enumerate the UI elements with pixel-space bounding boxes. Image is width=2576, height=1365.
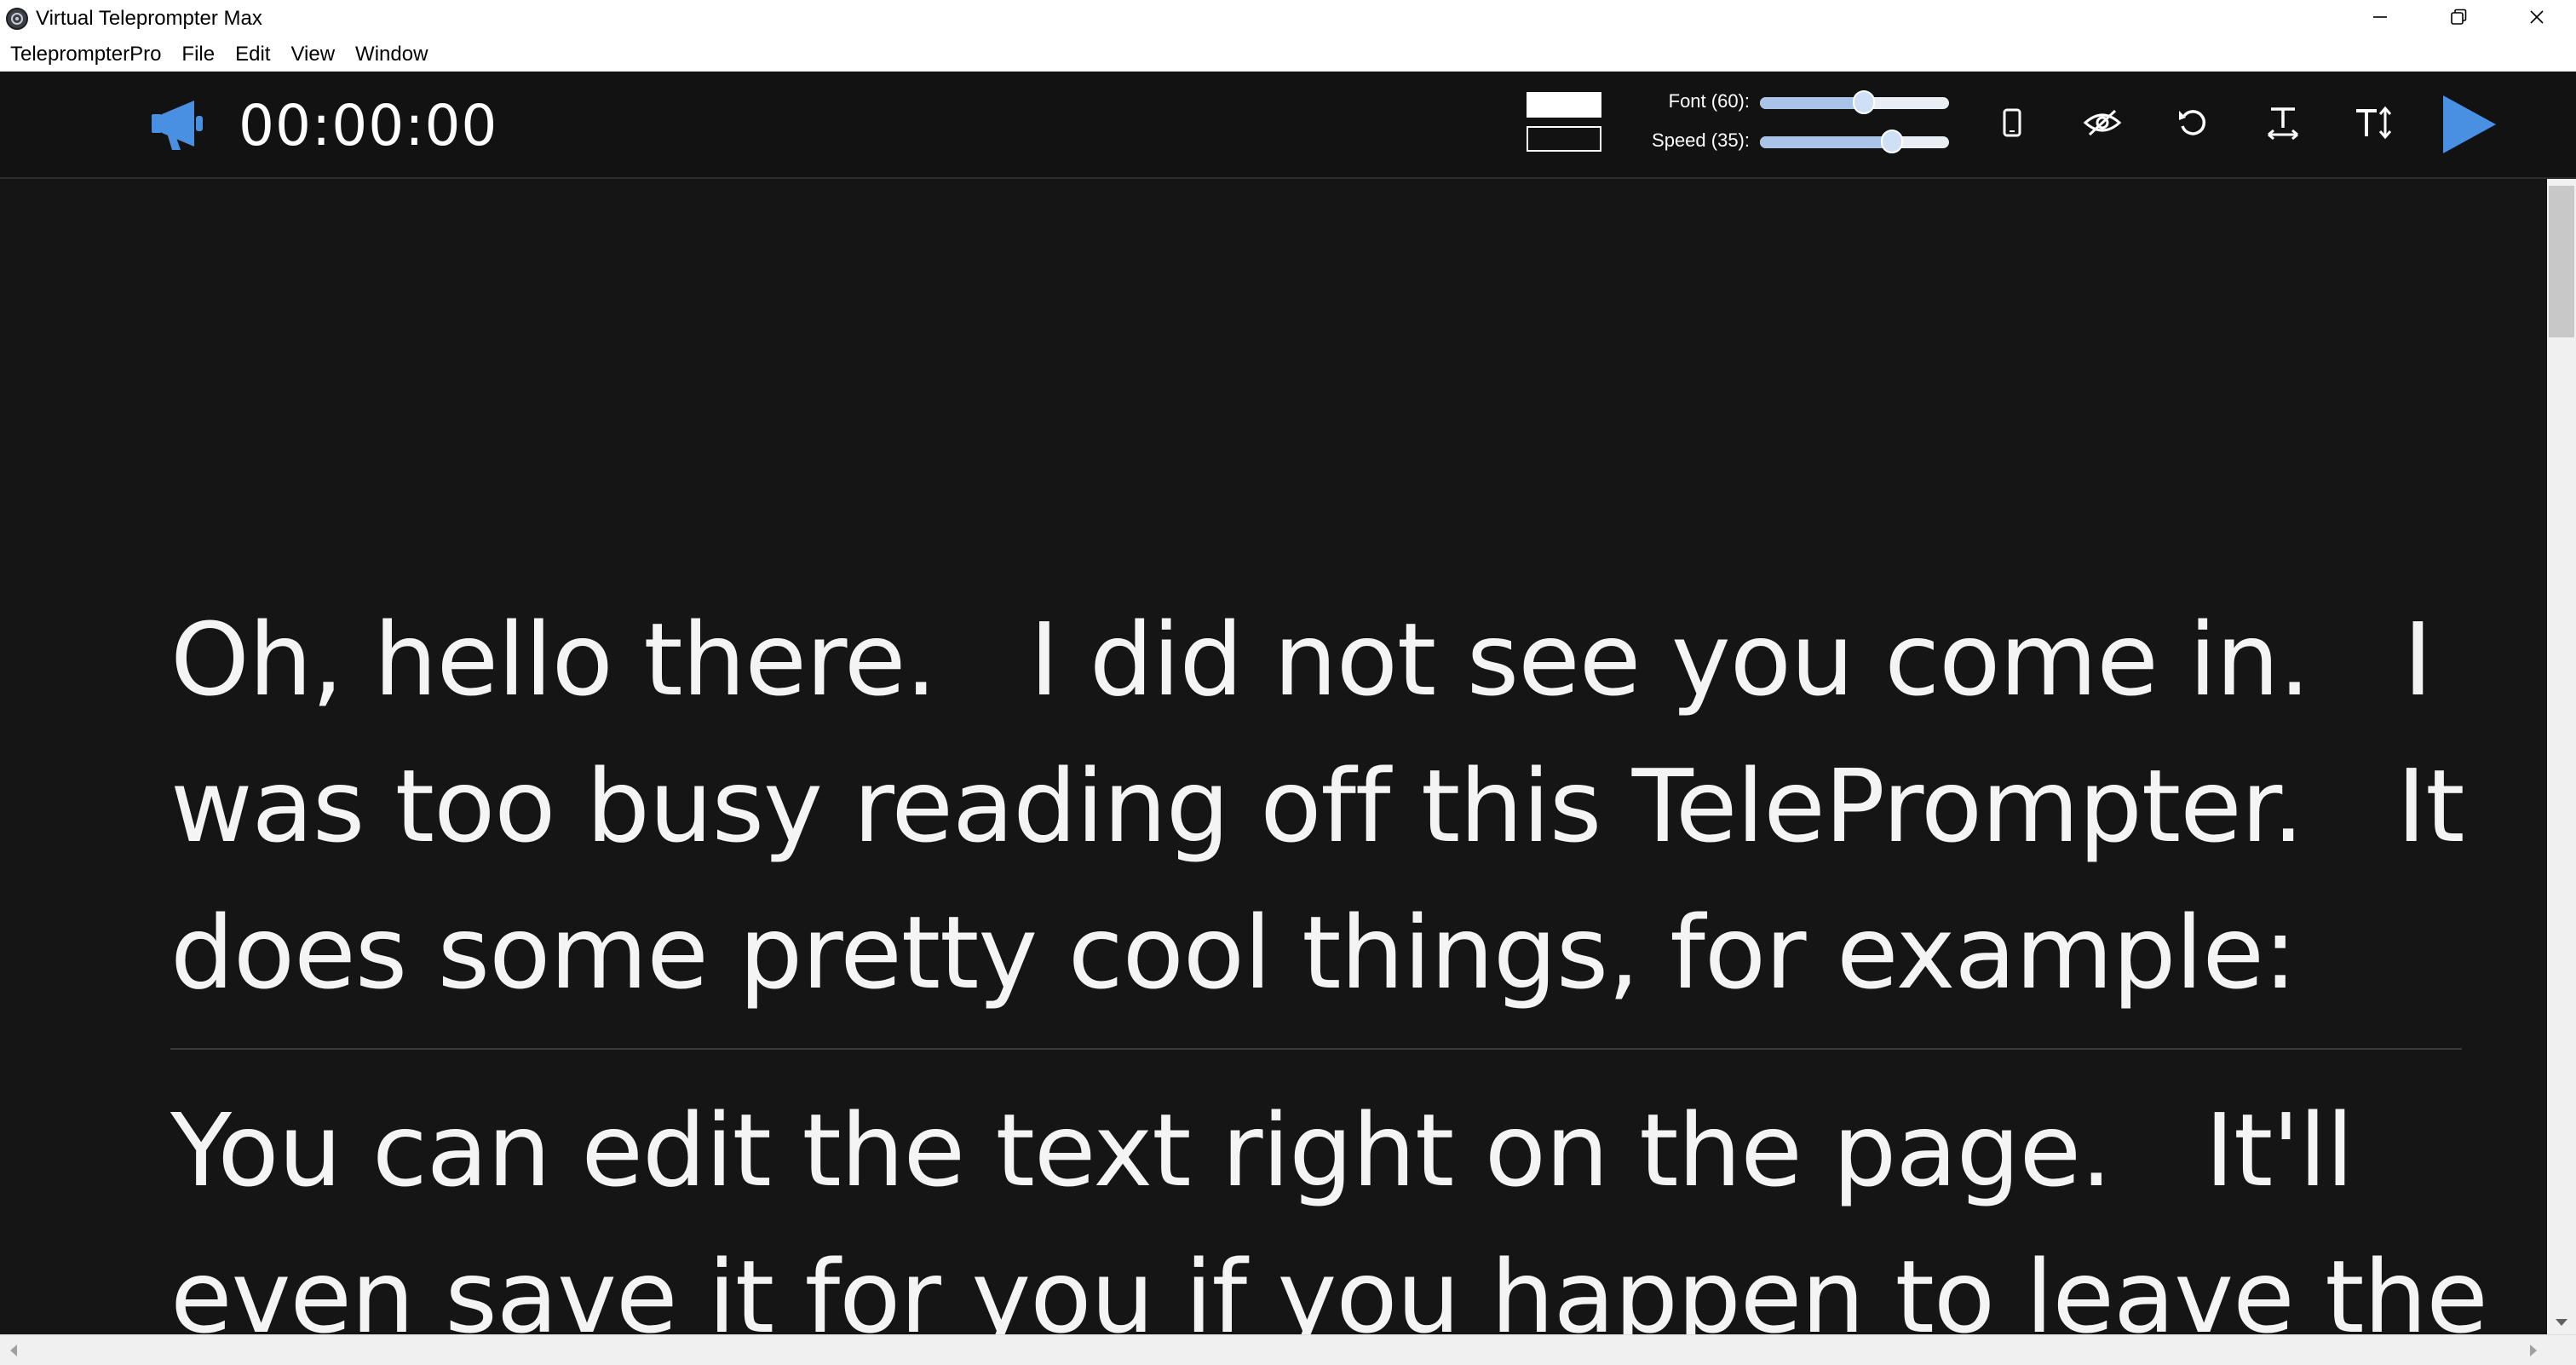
speed-slider[interactable] xyxy=(1760,130,1949,153)
menu-bar: TeleprompterPro File Edit View Window xyxy=(0,37,2576,72)
reset-button[interactable] xyxy=(2165,97,2220,152)
restore-button[interactable] xyxy=(2419,0,2498,37)
background-color-swatch[interactable] xyxy=(1527,126,1601,152)
speed-label: Speed (35): xyxy=(1652,130,1750,151)
title-bar: Virtual Teleprompter Max xyxy=(0,0,2576,37)
scroll-down-arrow-icon[interactable] xyxy=(2556,1319,2567,1326)
vertical-scrollbar[interactable] xyxy=(2547,179,2576,1334)
window-title: Virtual Teleprompter Max xyxy=(36,7,262,30)
script-paragraph[interactable]: You can edit the text right on the page.… xyxy=(170,1077,2488,1334)
font-slider-fill xyxy=(1760,97,1865,109)
text-width-button[interactable] xyxy=(2256,97,2310,152)
minimize-button[interactable] xyxy=(2341,0,2419,37)
close-icon xyxy=(2527,8,2546,31)
paragraph-divider xyxy=(170,1048,2462,1050)
text-color-swatch[interactable] xyxy=(1527,92,1601,118)
text-size-button[interactable] xyxy=(2346,97,2401,152)
scroll-right-arrow-icon[interactable] xyxy=(2530,1345,2537,1356)
script-paragraph[interactable]: Oh, hello there. I did not see you come … xyxy=(170,586,2487,1026)
speed-slider-fill xyxy=(1760,136,1893,148)
menu-view[interactable]: View xyxy=(280,37,345,72)
text-size-icon xyxy=(2353,104,2394,146)
menu-file[interactable]: File xyxy=(171,37,225,72)
close-button[interactable] xyxy=(2498,0,2576,37)
font-slider-thumb[interactable] xyxy=(1853,90,1876,114)
elapsed-timer: 00:00:00 xyxy=(239,93,498,158)
scroll-left-arrow-icon[interactable] xyxy=(10,1345,17,1356)
window-controls xyxy=(2341,0,2576,37)
play-icon xyxy=(2443,95,2496,153)
prompter-toolbar: 00:00:00 Font (60): Speed (35): xyxy=(0,72,2576,179)
horizontal-scrollbar[interactable] xyxy=(0,1334,2576,1365)
menu-window[interactable]: Window xyxy=(345,37,438,72)
eye-slash-icon xyxy=(2083,106,2122,144)
text-width-icon xyxy=(2264,104,2302,146)
reset-icon xyxy=(2176,106,2210,144)
mirror-device-button[interactable] xyxy=(1985,97,2039,152)
vertical-scrollbar-thumb[interactable] xyxy=(2549,186,2574,337)
hide-controls-button[interactable] xyxy=(2075,97,2130,152)
teleprompter-app-icon xyxy=(5,7,29,31)
minimize-icon xyxy=(2371,8,2389,31)
restore-icon xyxy=(2449,8,2468,31)
font-size-label: Font (60): xyxy=(1668,90,1750,112)
font-size-slider[interactable] xyxy=(1760,90,1949,114)
mirror-device-icon xyxy=(1995,106,2029,144)
menu-edit[interactable]: Edit xyxy=(225,37,280,72)
megaphone-icon[interactable] xyxy=(147,90,215,158)
menu-teleprompterpro[interactable]: TeleprompterPro xyxy=(0,37,171,72)
script-editor[interactable]: Oh, hello there. I did not see you come … xyxy=(0,179,2547,1334)
speed-slider-thumb[interactable] xyxy=(1881,130,1904,153)
play-button[interactable] xyxy=(2433,90,2501,158)
